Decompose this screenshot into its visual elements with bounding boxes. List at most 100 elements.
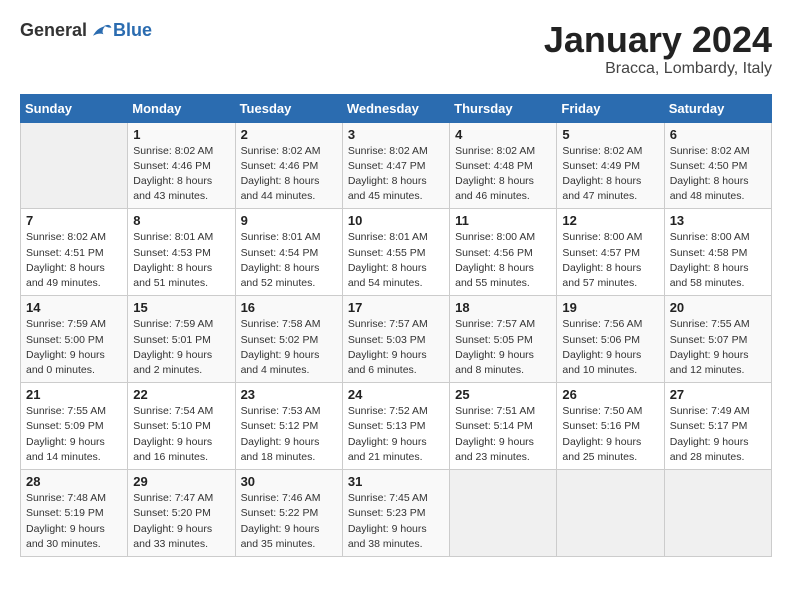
week-row-2: 7 Sunrise: 8:02 AMSunset: 4:51 PMDaylight…	[21, 209, 772, 296]
day-number: 22	[133, 387, 229, 402]
day-number: 20	[670, 300, 766, 315]
header-monday: Monday	[128, 94, 235, 122]
day-info: Sunrise: 8:02 AMSunset: 4:49 PMDaylight:…	[562, 144, 658, 205]
calendar-cell: 23Sunrise: 7:53 AMSunset: 5:12 PMDayligh…	[235, 383, 342, 470]
day-number: 29	[133, 474, 229, 489]
calendar-cell: 26 Sunrise: 7:50 AMSunset: 5:16 PMDayligh…	[557, 383, 664, 470]
day-info: Sunrise: 7:51 AMSunset: 5:14 PMDaylight:…	[455, 404, 551, 465]
calendar-cell: 28 Sunrise: 7:48 AMSunset: 5:19 PMDayligh…	[21, 470, 128, 557]
day-number: 11	[455, 213, 551, 228]
day-info: Sunrise: 8:00 AMSunset: 4:56 PMDaylight:…	[455, 230, 551, 291]
day-number: 2	[241, 127, 337, 142]
calendar-cell	[557, 470, 664, 557]
header-sunday: Sunday	[21, 94, 128, 122]
day-info: Sunrise: 7:57 AMSunset: 5:03 PMDaylight:…	[348, 317, 444, 378]
week-row-3: 14 Sunrise: 7:59 AMSunset: 5:00 PMDayligh…	[21, 296, 772, 383]
calendar-cell: 19 Sunrise: 7:56 AMSunset: 5:06 PMDayligh…	[557, 296, 664, 383]
calendar-cell: 22Sunrise: 7:54 AMSunset: 5:10 PMDayligh…	[128, 383, 235, 470]
calendar-cell	[450, 470, 557, 557]
title-block: January 2024 Bracca, Lombardy, Italy	[544, 20, 772, 78]
logo-bird-icon	[89, 21, 113, 41]
day-number: 23	[241, 387, 337, 402]
location-subtitle: Bracca, Lombardy, Italy	[544, 60, 772, 78]
day-info: Sunrise: 8:02 AMSunset: 4:48 PMDaylight:…	[455, 144, 551, 205]
day-info: Sunrise: 8:00 AMSunset: 4:57 PMDaylight:…	[562, 230, 658, 291]
day-info: Sunrise: 7:48 AMSunset: 5:19 PMDaylight:…	[26, 491, 122, 552]
calendar-cell: 7 Sunrise: 8:02 AMSunset: 4:51 PMDaylight…	[21, 209, 128, 296]
calendar-cell	[664, 470, 771, 557]
calendar-cell: 3 Sunrise: 8:02 AMSunset: 4:47 PMDaylight…	[342, 122, 449, 209]
day-info: Sunrise: 8:02 AMSunset: 4:47 PMDaylight:…	[348, 144, 444, 205]
calendar-cell: 25Sunrise: 7:51 AMSunset: 5:14 PMDayligh…	[450, 383, 557, 470]
day-number: 3	[348, 127, 444, 142]
week-row-1: 1 Sunrise: 8:02 AMSunset: 4:46 PMDaylight…	[21, 122, 772, 209]
day-info: Sunrise: 8:02 AMSunset: 4:46 PMDaylight:…	[133, 144, 229, 205]
week-row-5: 28 Sunrise: 7:48 AMSunset: 5:19 PMDayligh…	[21, 470, 772, 557]
day-number: 10	[348, 213, 444, 228]
calendar-cell: 5 Sunrise: 8:02 AMSunset: 4:49 PMDaylight…	[557, 122, 664, 209]
day-info: Sunrise: 7:46 AMSunset: 5:22 PMDaylight:…	[241, 491, 337, 552]
calendar-cell: 15Sunrise: 7:59 AMSunset: 5:01 PMDayligh…	[128, 296, 235, 383]
calendar-cell: 12 Sunrise: 8:00 AMSunset: 4:57 PMDayligh…	[557, 209, 664, 296]
calendar-cell	[21, 122, 128, 209]
header-thursday: Thursday	[450, 94, 557, 122]
day-info: Sunrise: 7:47 AMSunset: 5:20 PMDaylight:…	[133, 491, 229, 552]
day-number: 15	[133, 300, 229, 315]
day-number: 27	[670, 387, 766, 402]
day-info: Sunrise: 7:49 AMSunset: 5:17 PMDaylight:…	[670, 404, 766, 465]
day-info: Sunrise: 8:01 AMSunset: 4:54 PMDaylight:…	[241, 230, 337, 291]
day-info: Sunrise: 7:56 AMSunset: 5:06 PMDaylight:…	[562, 317, 658, 378]
day-number: 16	[241, 300, 337, 315]
calendar-table: SundayMondayTuesdayWednesdayThursdayFrid…	[20, 94, 772, 557]
month-title: January 2024	[544, 20, 772, 60]
day-info: Sunrise: 8:01 AMSunset: 4:55 PMDaylight:…	[348, 230, 444, 291]
day-number: 12	[562, 213, 658, 228]
day-info: Sunrise: 7:52 AMSunset: 5:13 PMDaylight:…	[348, 404, 444, 465]
day-info: Sunrise: 7:57 AMSunset: 5:05 PMDaylight:…	[455, 317, 551, 378]
day-number: 8	[133, 213, 229, 228]
day-info: Sunrise: 7:55 AMSunset: 5:09 PMDaylight:…	[26, 404, 122, 465]
week-row-4: 21 Sunrise: 7:55 AMSunset: 5:09 PMDayligh…	[21, 383, 772, 470]
day-number: 24	[348, 387, 444, 402]
day-number: 14	[26, 300, 122, 315]
calendar-cell: 6Sunrise: 8:02 AMSunset: 4:50 PMDaylight…	[664, 122, 771, 209]
day-info: Sunrise: 7:55 AMSunset: 5:07 PMDaylight:…	[670, 317, 766, 378]
day-info: Sunrise: 7:45 AMSunset: 5:23 PMDaylight:…	[348, 491, 444, 552]
calendar-cell: 31 Sunrise: 7:45 AMSunset: 5:23 PMDayligh…	[342, 470, 449, 557]
calendar-cell: 27 Sunrise: 7:49 AMSunset: 5:17 PMDayligh…	[664, 383, 771, 470]
calendar-cell: 30 Sunrise: 7:46 AMSunset: 5:22 PMDayligh…	[235, 470, 342, 557]
day-number: 19	[562, 300, 658, 315]
day-number: 26	[562, 387, 658, 402]
day-info: Sunrise: 7:59 AMSunset: 5:00 PMDaylight:…	[26, 317, 122, 378]
day-info: Sunrise: 7:50 AMSunset: 5:16 PMDaylight:…	[562, 404, 658, 465]
day-number: 4	[455, 127, 551, 142]
day-number: 1	[133, 127, 229, 142]
calendar-cell: 13Sunrise: 8:00 AMSunset: 4:58 PMDayligh…	[664, 209, 771, 296]
calendar-cell: 2Sunrise: 8:02 AMSunset: 4:46 PMDaylight…	[235, 122, 342, 209]
calendar-cell: 24 Sunrise: 7:52 AMSunset: 5:13 PMDayligh…	[342, 383, 449, 470]
day-number: 21	[26, 387, 122, 402]
calendar-cell: 4 Sunrise: 8:02 AMSunset: 4:48 PMDaylight…	[450, 122, 557, 209]
calendar-cell: 20 Sunrise: 7:55 AMSunset: 5:07 PMDayligh…	[664, 296, 771, 383]
day-number: 5	[562, 127, 658, 142]
calendar-cell: 11 Sunrise: 8:00 AMSunset: 4:56 PMDayligh…	[450, 209, 557, 296]
calendar-cell: 17Sunrise: 7:57 AMSunset: 5:03 PMDayligh…	[342, 296, 449, 383]
header-saturday: Saturday	[664, 94, 771, 122]
day-number: 30	[241, 474, 337, 489]
header-tuesday: Tuesday	[235, 94, 342, 122]
day-info: Sunrise: 8:02 AMSunset: 4:51 PMDaylight:…	[26, 230, 122, 291]
day-info: Sunrise: 7:58 AMSunset: 5:02 PMDaylight:…	[241, 317, 337, 378]
calendar-cell: 16 Sunrise: 7:58 AMSunset: 5:02 PMDayligh…	[235, 296, 342, 383]
day-number: 28	[26, 474, 122, 489]
day-number: 9	[241, 213, 337, 228]
day-info: Sunrise: 8:02 AMSunset: 4:50 PMDaylight:…	[670, 144, 766, 205]
day-number: 13	[670, 213, 766, 228]
calendar-cell: 18 Sunrise: 7:57 AMSunset: 5:05 PMDayligh…	[450, 296, 557, 383]
calendar-cell: 21 Sunrise: 7:55 AMSunset: 5:09 PMDayligh…	[21, 383, 128, 470]
logo-general-text: General	[20, 20, 87, 41]
logo: General Blue	[20, 20, 152, 41]
day-number: 31	[348, 474, 444, 489]
header-wednesday: Wednesday	[342, 94, 449, 122]
day-number: 7	[26, 213, 122, 228]
day-number: 18	[455, 300, 551, 315]
